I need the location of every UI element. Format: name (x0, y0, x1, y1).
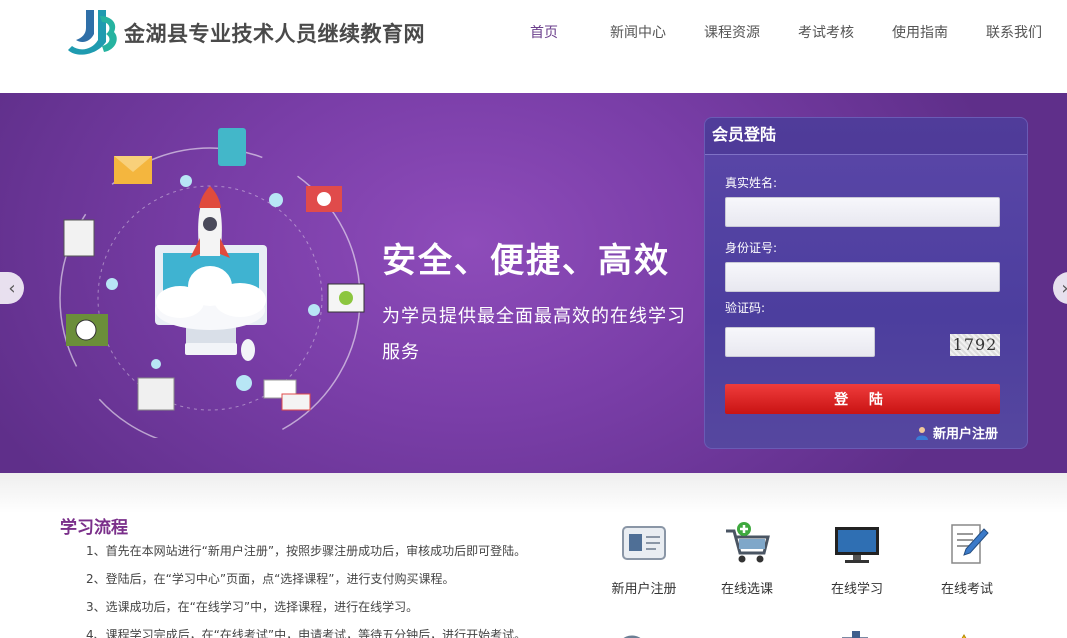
id-card-icon (622, 526, 666, 560)
nav-home[interactable]: 首页 (497, 22, 591, 42)
nav-courses[interactable]: 课程资源 (685, 22, 779, 42)
register-label: 新用户注册 (933, 427, 999, 442)
banner-subtitle: 为学员提供最全面最高效的在线学习服务 (382, 306, 686, 363)
id-label: 身份证号: (725, 241, 778, 255)
login-title: 会员登陆 (705, 118, 1027, 155)
flow-step: 1、首先在本网站进行“新用户注册”，按照步骤注册成功后，审核成功后即可登陆。 (86, 544, 527, 558)
nav-exams[interactable]: 考试考核 (779, 22, 873, 42)
document-pen-icon (951, 524, 989, 564)
carousel-prev-button[interactable]: ‹ (0, 272, 24, 304)
captcha-input[interactable] (725, 327, 875, 357)
service-label: 在线学习 (830, 582, 883, 597)
service-online-study[interactable]: 在线学习 (812, 521, 902, 597)
captcha-image[interactable]: 1792 (950, 334, 1000, 356)
real-name-input[interactable] (725, 197, 1000, 227)
id-number-input[interactable] (725, 262, 1000, 292)
magnifier-icon[interactable] (612, 633, 652, 638)
learning-flow-section: 学习流程 1、首先在本网站进行“新用户注册”，按照步骤注册成功后，审核成功后即可… (0, 473, 1067, 638)
site-title: 金湖县专业技术人员继续教育网 (124, 21, 425, 46)
carousel-next-button[interactable]: › (1053, 272, 1067, 304)
flow-steps: 1、首先在本网站进行“新用户注册”，按照步骤注册成功后，审核成功后即可登陆。 2… (86, 543, 526, 638)
login-button[interactable]: 登 陆 (725, 384, 1000, 414)
service-online-exam[interactable]: 在线考试 (922, 521, 1012, 597)
site-header: 金湖县专业技术人员继续教育网 首页 新闻中心 课程资源 考试考核 使用指南 联系… (0, 0, 1067, 93)
service-label: 新用户注册 (611, 582, 677, 597)
book-icon[interactable] (838, 631, 872, 638)
hero-banner: 安全、便捷、高效 为学员提供最全面最高效的在线学习服务 ‹ › 会员登陆 真实姓… (0, 93, 1067, 473)
service-register[interactable]: 新用户注册 (599, 521, 689, 597)
rocket-illustration (59, 128, 365, 438)
chevron-left-icon: ‹ (8, 277, 16, 299)
nav-news[interactable]: 新闻中心 (591, 22, 685, 42)
flow-step: 3、选课成功后，在“在线学习”中，选择课程，进行在线学习。 (86, 600, 419, 614)
flow-step: 4、课程学习完成后，在“在线考试”中，申请考试，等待五分钟后，进行开始考试。 (86, 628, 527, 638)
shopping-cart-icon (726, 522, 770, 563)
flow-title: 学习流程 (60, 518, 128, 538)
service-label: 在线选课 (720, 582, 773, 597)
chevron-right-icon: › (1061, 278, 1067, 299)
nav-guide[interactable]: 使用指南 (873, 22, 967, 42)
captcha-label: 验证码: (725, 301, 766, 315)
logo-icon[interactable] (62, 6, 120, 58)
service-label: 在线考试 (940, 582, 993, 597)
banner-slogan: 安全、便捷、高效 (382, 241, 670, 281)
nav-contact[interactable]: 联系我们 (967, 22, 1061, 42)
name-label: 真实姓名: (725, 176, 778, 190)
login-panel: 会员登陆 真实姓名: 身份证号: 验证码: 1792 登 陆 新用户注册 (704, 117, 1028, 449)
main-nav: 首页 新闻中心 课程资源 考试考核 使用指南 联系我们 (497, 22, 1061, 42)
register-link[interactable]: 新用户注册 (915, 423, 998, 442)
monitor-icon (835, 527, 879, 563)
user-icon (916, 426, 928, 440)
service-course-select[interactable]: 在线选课 (702, 521, 792, 597)
warning-icon[interactable] (946, 633, 982, 638)
flow-step: 2、登陆后，在“学习中心”页面，点“选择课程”，进行支付购买课程。 (86, 572, 455, 586)
